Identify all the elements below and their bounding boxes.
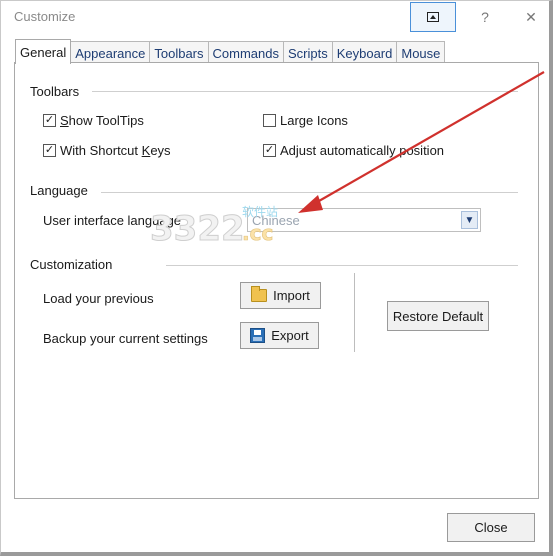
toolbars-divider <box>92 91 518 92</box>
tab-appearance[interactable]: Appearance <box>70 41 151 64</box>
pin-icon <box>427 12 439 22</box>
close-window-button[interactable]: ✕ <box>508 2 554 32</box>
tab-keyboard[interactable]: Keyboard <box>331 41 398 64</box>
language-heading: Language <box>30 183 88 198</box>
checkbox-checked-icon: ✓ <box>263 144 276 157</box>
window-title: Customize <box>14 9 76 24</box>
customization-divider <box>166 265 518 266</box>
large-icons-label: Large Icons <box>280 113 348 128</box>
language-select-value: Chinese <box>252 213 300 228</box>
chevron-down-icon[interactable]: ▼ <box>461 211 478 229</box>
save-disk-icon <box>250 328 266 343</box>
pin-button[interactable] <box>410 2 456 32</box>
vertical-divider <box>354 273 355 352</box>
import-label: Import <box>273 288 310 303</box>
checkbox-unchecked-icon <box>263 114 276 127</box>
export-label: Export <box>271 328 309 343</box>
adjust-position-label: Adjust automatically position <box>280 143 445 158</box>
show-tooltips-checkbox[interactable]: ✓ Show ToolTips <box>43 113 144 128</box>
tab-strip: General Appearance Toolbars Commands Scr… <box>15 39 446 64</box>
export-button[interactable]: Export <box>240 322 319 349</box>
tab-general[interactable]: General <box>15 39 72 64</box>
language-select[interactable]: Chinese ▼ <box>247 208 481 232</box>
ui-language-label: User interface language <box>43 213 182 228</box>
language-divider <box>101 192 518 193</box>
tab-commands[interactable]: Commands <box>207 41 284 64</box>
help-button[interactable]: ? <box>462 2 508 32</box>
shortcut-keys-checkbox[interactable]: ✓ With Shortcut Keys <box>43 143 171 158</box>
restore-default-button[interactable]: Restore Default <box>387 301 489 331</box>
tab-scripts[interactable]: Scripts <box>282 41 333 64</box>
show-tooltips-label: Show ToolTips <box>60 113 144 128</box>
folder-icon <box>251 286 268 302</box>
general-panel: Toolbars ✓ Show ToolTips Large Icons ✓ W… <box>14 62 539 499</box>
customization-heading: Customization <box>30 257 113 272</box>
backup-settings-label: Backup your current settings <box>43 331 208 346</box>
tab-mouse[interactable]: Mouse <box>396 41 446 64</box>
shortcut-keys-label: With Shortcut Keys <box>60 143 171 158</box>
import-button[interactable]: Import <box>240 282 321 309</box>
tab-toolbars[interactable]: Toolbars <box>149 41 209 64</box>
customize-dialog: Customize ? ✕ General Appearance Toolbar… <box>0 0 553 556</box>
checkbox-checked-icon: ✓ <box>43 144 56 157</box>
load-previous-label: Load your previous <box>43 291 154 306</box>
toolbars-heading: Toolbars <box>30 84 80 99</box>
large-icons-checkbox[interactable]: Large Icons <box>263 113 348 128</box>
checkbox-checked-icon: ✓ <box>43 114 56 127</box>
title-bar: Customize ? ✕ <box>1 1 549 33</box>
adjust-position-checkbox[interactable]: ✓ Adjust automatically position <box>263 143 444 158</box>
close-button[interactable]: Close <box>447 513 535 542</box>
